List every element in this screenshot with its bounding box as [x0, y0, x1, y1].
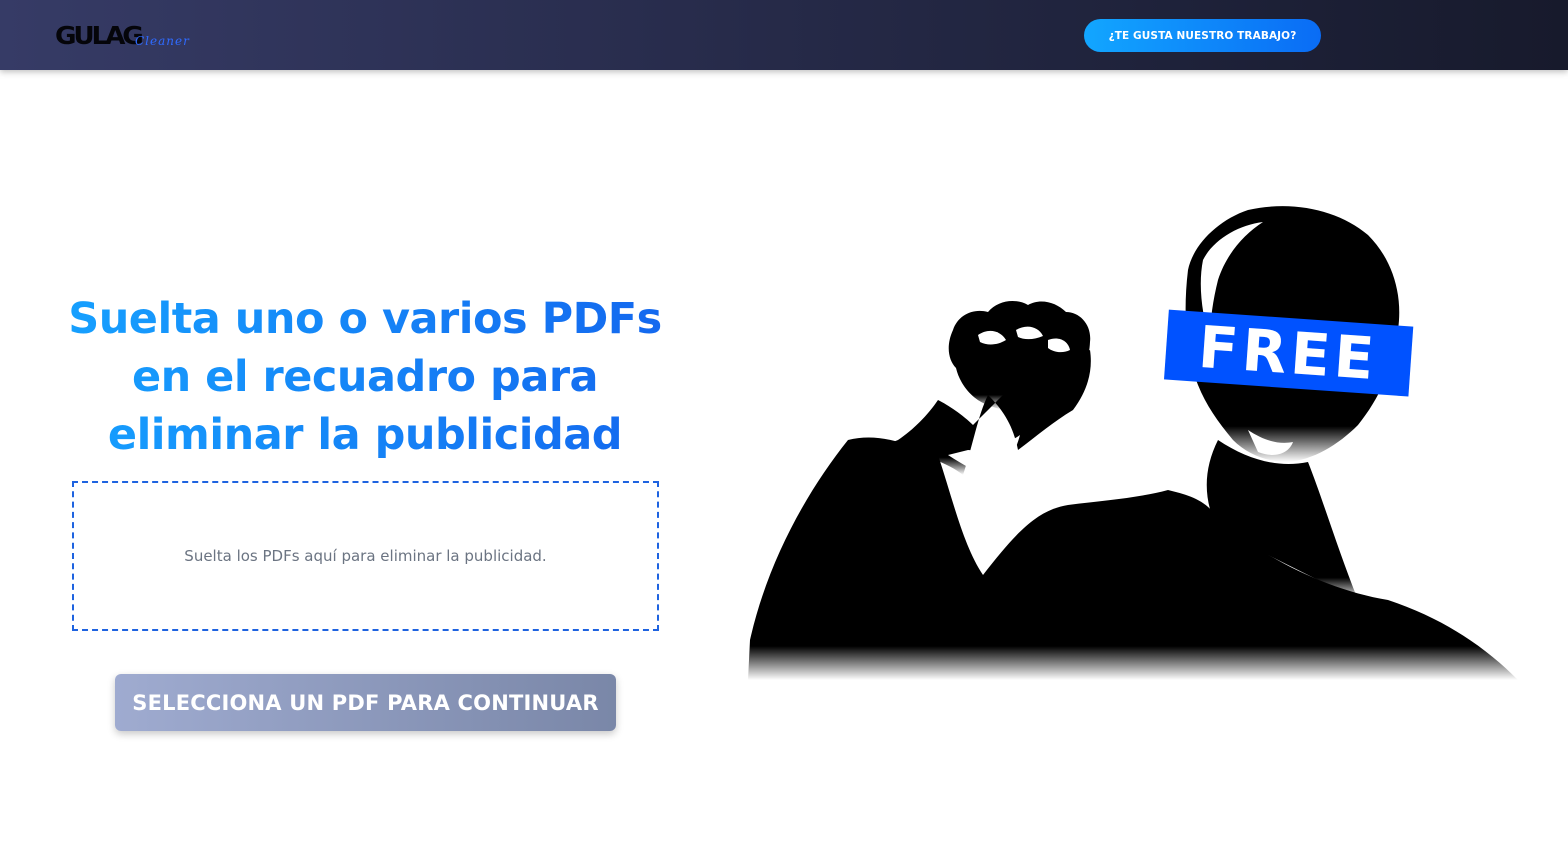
pdf-dropzone[interactable]: Suelta los PDFs aquí para eliminar la pu… [72, 481, 659, 631]
headline-line-3: eliminar la publicidad [40, 406, 690, 464]
top-navbar: GULAG Cleaner ¿TE GUSTA NUESTRO TRABAJO? [0, 0, 1568, 70]
select-pdf-continue-button[interactable]: SELECCIONA UN PDF PARA CONTINUAR [115, 674, 616, 731]
dropzone-hint: Suelta los PDFs aquí para eliminar la pu… [184, 547, 547, 565]
logo-wordmark: GULAG [55, 21, 144, 50]
free-banner-text: FREE [1196, 313, 1380, 393]
headline-line-1: Suelta uno o varios PDFs [40, 290, 690, 348]
logo-subtitle: Cleaner [135, 34, 190, 48]
raised-fist-portrait-illustration: FREE [748, 206, 1518, 680]
site-logo[interactable]: GULAG Cleaner [55, 22, 205, 52]
like-our-work-button[interactable]: ¿TE GUSTA NUESTRO TRABAJO? [1084, 19, 1321, 52]
headline-line-2: en el recuadro para [40, 348, 690, 406]
page-title: Suelta uno o varios PDFs en el recuadro … [40, 290, 690, 464]
